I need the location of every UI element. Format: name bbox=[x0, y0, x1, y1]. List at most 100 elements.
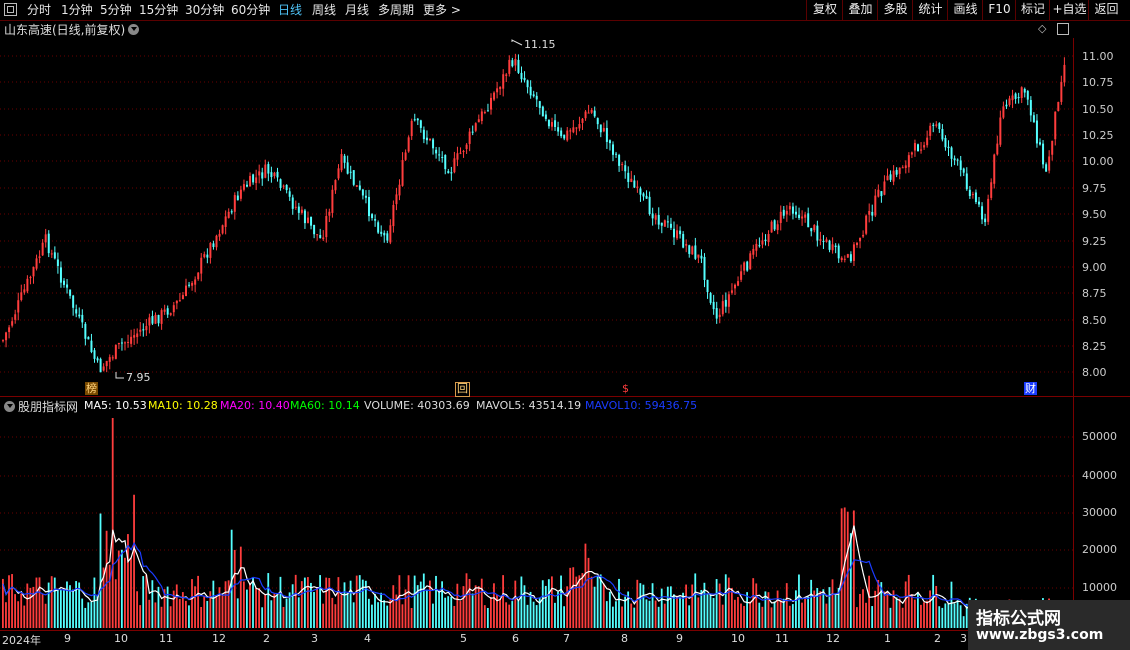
price-tick: 8.25 bbox=[1082, 340, 1107, 353]
candle-body bbox=[435, 149, 438, 154]
volume-bar bbox=[608, 591, 611, 628]
candle-body bbox=[596, 118, 599, 125]
volume-bar bbox=[279, 576, 282, 628]
candle-body bbox=[971, 193, 974, 195]
volume-bar bbox=[447, 596, 450, 628]
volume-bar bbox=[413, 575, 416, 628]
volume-bar bbox=[93, 577, 96, 628]
candle-body bbox=[203, 254, 206, 258]
stock-chart[interactable] bbox=[0, 0, 1130, 650]
volume-bar bbox=[224, 581, 227, 628]
candle-body bbox=[261, 172, 264, 179]
volume-bar bbox=[596, 575, 599, 628]
volume-bar bbox=[358, 575, 361, 628]
candle-body bbox=[636, 186, 639, 188]
candle-body bbox=[450, 172, 453, 174]
candle-body bbox=[508, 59, 511, 74]
volume-bar bbox=[432, 603, 434, 628]
candle-body bbox=[154, 314, 157, 324]
indicator-options-icon[interactable] bbox=[4, 401, 15, 412]
ma60-value: MA60: 10.14 bbox=[290, 399, 360, 412]
candle-body bbox=[47, 233, 50, 254]
candle-body bbox=[798, 214, 801, 218]
candle-body bbox=[1060, 82, 1063, 102]
volume-bar bbox=[526, 604, 529, 628]
candle-body bbox=[93, 350, 96, 359]
volume-bar bbox=[551, 576, 553, 628]
date-tick: 8 bbox=[621, 632, 628, 645]
volume-bar bbox=[956, 600, 959, 628]
candle-body bbox=[898, 167, 901, 174]
volume-bar bbox=[569, 567, 572, 628]
volume-bar bbox=[654, 600, 657, 628]
candle-body bbox=[1054, 111, 1057, 140]
volume-bar bbox=[532, 601, 535, 628]
candle-body bbox=[188, 284, 191, 286]
volume-bar bbox=[117, 550, 120, 628]
candle-body bbox=[441, 156, 444, 158]
volume-bar bbox=[5, 602, 7, 628]
candle-body bbox=[953, 158, 956, 161]
candle-body bbox=[56, 259, 59, 266]
candle-body bbox=[1032, 115, 1035, 123]
candle-body bbox=[746, 261, 749, 271]
callback-marker[interactable]: 回 bbox=[455, 382, 470, 397]
volume-bar bbox=[383, 600, 386, 628]
dividend-marker[interactable]: $ bbox=[621, 382, 630, 395]
volume-bar bbox=[203, 596, 206, 628]
candle-body bbox=[645, 195, 648, 199]
candle-body bbox=[432, 139, 435, 149]
volume-bar bbox=[84, 607, 87, 628]
candle-body bbox=[349, 171, 352, 173]
candle-body bbox=[700, 255, 703, 259]
volume-bar bbox=[212, 580, 215, 628]
candle-body bbox=[871, 211, 874, 216]
candle-body bbox=[474, 123, 477, 131]
volume-bar bbox=[340, 595, 343, 628]
candle-body bbox=[468, 131, 471, 144]
volume-bar bbox=[468, 578, 471, 628]
mavol10-value: MAVOL10: 59436.75 bbox=[585, 399, 698, 412]
volume-bar bbox=[17, 601, 20, 628]
candle-body bbox=[17, 300, 20, 313]
candle-body bbox=[1017, 97, 1020, 99]
volume-bar bbox=[648, 600, 651, 628]
volume-tick: 50000 bbox=[1082, 430, 1117, 443]
candle-body bbox=[151, 316, 154, 324]
finance-marker[interactable]: 财 bbox=[1024, 382, 1037, 395]
volume-bar bbox=[633, 607, 636, 628]
volume-bar bbox=[587, 557, 590, 628]
candle-body bbox=[956, 159, 959, 161]
date-tick: 11 bbox=[159, 632, 173, 645]
candle-body bbox=[361, 189, 364, 196]
candle-body bbox=[242, 184, 245, 190]
price-tick: 11.00 bbox=[1082, 50, 1114, 63]
volume-bar bbox=[175, 584, 178, 628]
volume-bar bbox=[50, 576, 53, 628]
date-tick: 12 bbox=[826, 632, 840, 645]
ranking-marker[interactable]: 榜 bbox=[85, 382, 98, 395]
volume-bar bbox=[605, 601, 608, 628]
candle-body bbox=[1057, 102, 1060, 112]
candle-body bbox=[618, 154, 621, 166]
volume-bar bbox=[303, 577, 306, 628]
candle-body bbox=[175, 300, 178, 304]
candle-body bbox=[124, 342, 126, 344]
volume-bar bbox=[44, 603, 47, 628]
candle-body bbox=[90, 340, 93, 353]
volume-bar bbox=[898, 598, 901, 628]
candle-body bbox=[788, 206, 791, 210]
volume-bar bbox=[206, 600, 209, 628]
candle-body bbox=[499, 86, 502, 90]
candle-body bbox=[791, 206, 794, 214]
volume-bar bbox=[26, 583, 29, 628]
volume-bar bbox=[773, 601, 776, 628]
candle-body bbox=[831, 244, 834, 251]
candle-body bbox=[471, 131, 474, 133]
candle-body bbox=[816, 225, 819, 241]
candle-body bbox=[886, 175, 889, 181]
volume-bar bbox=[99, 513, 102, 628]
volume-bar bbox=[615, 601, 617, 628]
low-price-label: 7.95 bbox=[126, 371, 151, 384]
indicator-name[interactable]: 股朋指标网 bbox=[18, 398, 78, 415]
